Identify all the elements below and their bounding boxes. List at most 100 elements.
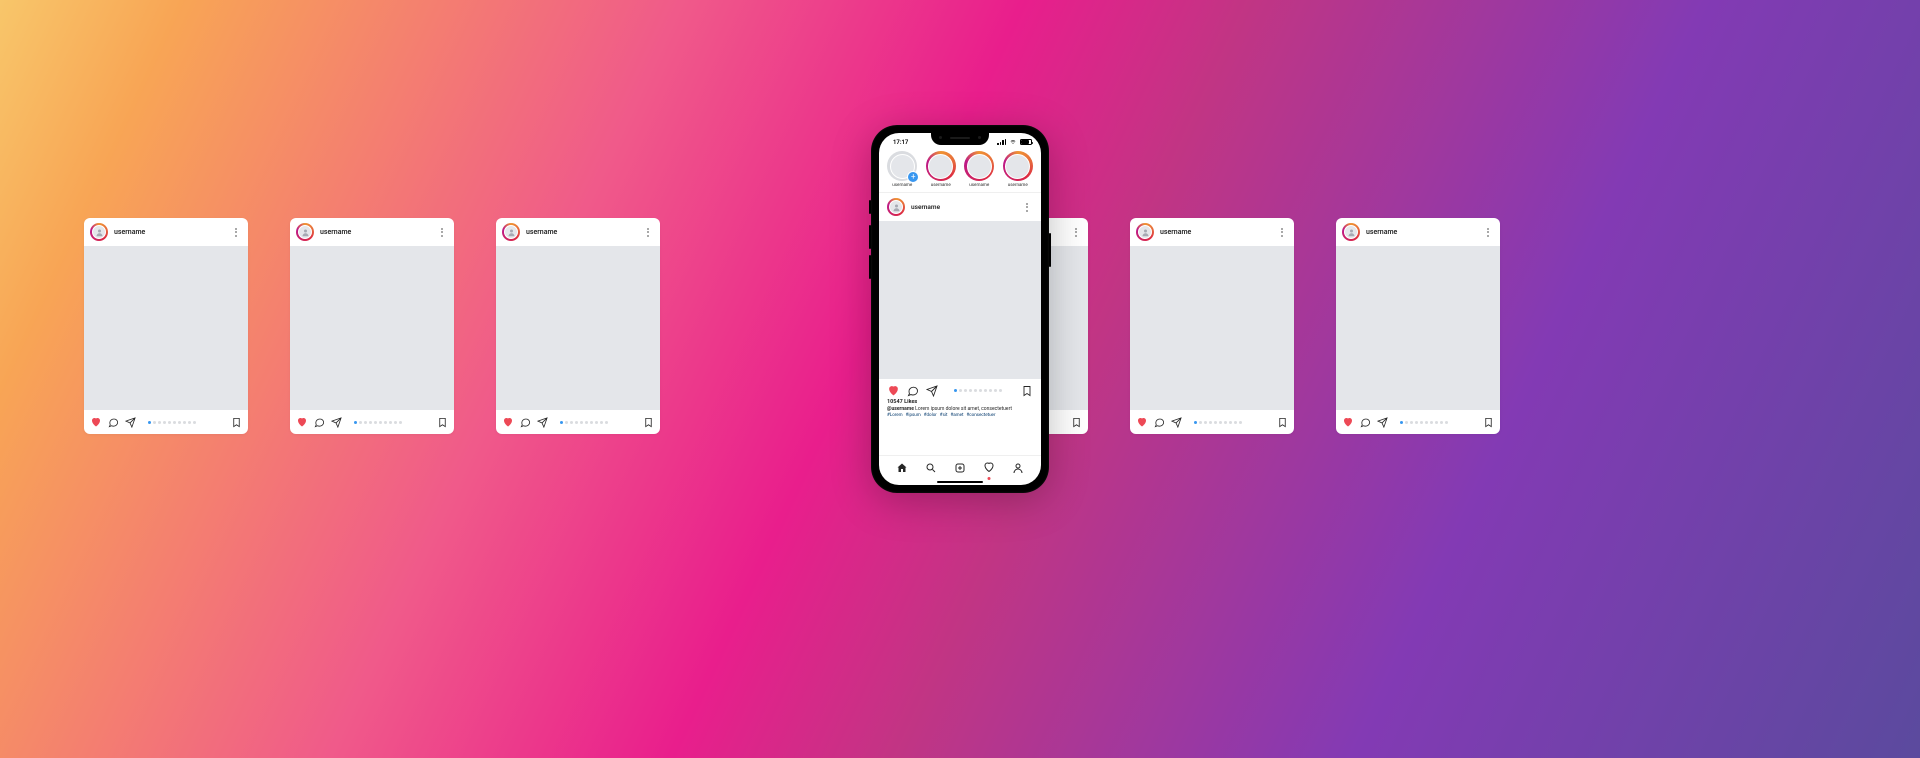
story-item[interactable]: username [1001,151,1036,188]
comment-icon[interactable] [108,417,119,428]
share-icon[interactable] [1171,417,1182,428]
carousel-dots [954,389,1002,392]
heart-icon[interactable] [887,384,900,397]
story-item[interactable]: username [962,151,997,188]
post-actions [1336,410,1500,434]
post-username[interactable]: username [1366,228,1482,236]
post-actions [84,410,248,434]
post-card[interactable]: username [84,218,248,434]
bookmark-icon[interactable] [231,417,242,428]
post-header: username [1130,218,1294,246]
more-icon[interactable] [1070,228,1082,237]
share-icon[interactable] [1377,417,1388,428]
post-card[interactable]: username [1130,218,1294,434]
phone-post-image[interactable] [879,221,1041,379]
home-indicator[interactable] [879,479,1041,485]
home-icon[interactable] [896,462,908,474]
phone-mockup: 17:17 username username username [871,125,1049,493]
hashtag[interactable]: #consectetuer [967,413,996,418]
status-time: 17:17 [893,139,908,146]
post-card[interactable]: username [496,218,660,434]
post-image[interactable] [290,246,454,410]
share-icon[interactable] [926,385,938,397]
post-username[interactable]: username [320,228,436,236]
post-image[interactable] [496,246,660,410]
phone-post-username[interactable]: username [911,203,1021,211]
bookmark-icon[interactable] [643,417,654,428]
hashtag[interactable]: #ipsum [906,413,921,418]
phone-screen: 17:17 username username username [879,133,1041,485]
bookmark-icon[interactable] [437,417,448,428]
carousel-dots [1194,421,1242,424]
story-own[interactable]: username [885,151,920,188]
comment-icon[interactable] [520,417,531,428]
profile-icon[interactable] [1012,462,1024,474]
heart-icon[interactable] [296,416,308,428]
avatar[interactable] [887,198,905,216]
add-post-icon[interactable] [954,462,966,474]
hashtag[interactable]: #amet [950,413,963,418]
phone-post: username 10547 Likes @username Lorem ips… [879,193,1041,455]
avatar[interactable] [296,223,314,241]
more-icon[interactable] [1276,228,1288,237]
hashtag[interactable]: #Lorem [887,413,903,418]
bookmark-icon[interactable] [1021,385,1033,397]
heart-icon[interactable] [90,416,102,428]
post-header: username [290,218,454,246]
carousel-dots [560,421,608,424]
more-icon[interactable] [1482,228,1494,237]
signal-icon [997,139,1006,145]
activity-icon[interactable] [983,458,995,477]
bookmark-icon[interactable] [1071,417,1082,428]
share-icon[interactable] [537,417,548,428]
comment-icon[interactable] [907,385,919,397]
comment-icon[interactable] [314,417,325,428]
post-username[interactable]: username [526,228,642,236]
post-card[interactable]: username [290,218,454,434]
heart-icon[interactable] [502,416,514,428]
comment-icon[interactable] [1154,417,1165,428]
post-card[interactable]: username [1336,218,1500,434]
search-icon[interactable] [925,462,937,474]
wifi-icon [1009,139,1017,145]
hashtag[interactable]: #dolor [924,413,937,418]
tab-bar [879,455,1041,479]
avatar[interactable] [1136,223,1154,241]
post-actions [290,410,454,434]
heart-icon[interactable] [1342,416,1354,428]
post-caption: @username Lorem ipsum dolore sit amet, c… [879,405,1041,412]
post-header: username [84,218,248,246]
avatar[interactable] [90,223,108,241]
heart-icon[interactable] [1136,416,1148,428]
carousel-dots [354,421,402,424]
avatar[interactable] [1342,223,1360,241]
post-actions [1130,410,1294,434]
share-icon[interactable] [331,417,342,428]
bookmark-icon[interactable] [1277,417,1288,428]
more-icon[interactable] [1021,203,1033,212]
avatar[interactable] [502,223,520,241]
more-icon[interactable] [436,228,448,237]
phone-post-header: username [879,193,1041,221]
comment-icon[interactable] [1360,417,1371,428]
post-image[interactable] [1130,246,1294,410]
stories-row[interactable]: username username username username [879,149,1041,193]
phone-post-actions [879,379,1041,399]
post-image[interactable] [1336,246,1500,410]
story-item[interactable]: username [924,151,959,188]
share-icon[interactable] [125,417,136,428]
more-icon[interactable] [642,228,654,237]
post-header: username [1336,218,1500,246]
post-header: username [496,218,660,246]
bookmark-icon[interactable] [1483,417,1494,428]
more-icon[interactable] [230,228,242,237]
post-username[interactable]: username [1160,228,1276,236]
post-image[interactable] [84,246,248,410]
post-username[interactable]: username [114,228,230,236]
post-actions [496,410,660,434]
carousel-dots [148,421,196,424]
post-hashtags: #Lorem #ipsum #dolor #sit #amet #consect… [879,412,1041,422]
hashtag[interactable]: #sit [940,413,948,418]
carousel-dots [1400,421,1448,424]
battery-icon [1020,139,1032,145]
